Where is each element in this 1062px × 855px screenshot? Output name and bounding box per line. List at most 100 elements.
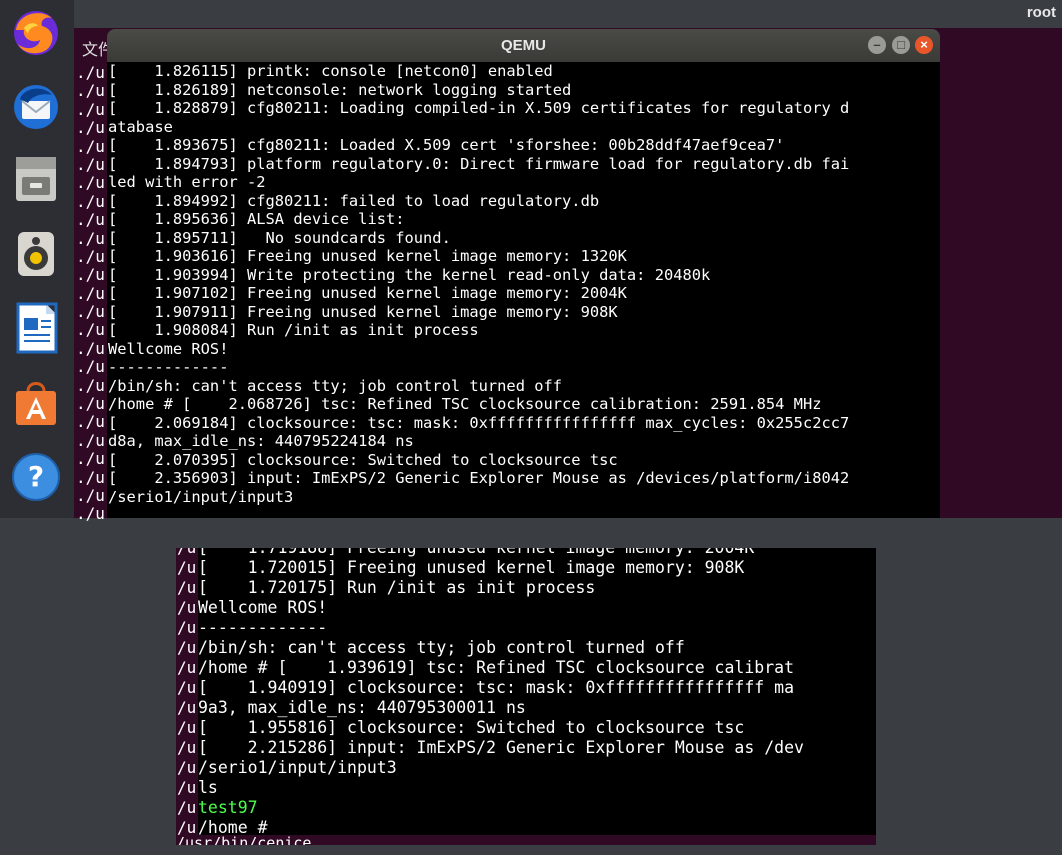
console-line: ------------- (108, 358, 229, 376)
prompt-fragment: /u (177, 698, 197, 717)
prompt-fragment: /u (177, 678, 197, 697)
window-title: QEMU (501, 37, 546, 54)
prompt-fragment: /u (177, 758, 197, 777)
rhythmbox-icon[interactable] (9, 227, 63, 281)
console-line: atabase (108, 117, 173, 136)
qemu-console-2[interactable]: /u/u/u/u/u/u/u/u/u/u/u/u/u/u/u [ 1.71918… (176, 548, 876, 845)
prompt-fragment: /u (177, 718, 197, 737)
qemu-console[interactable]: [ 1.826115] printk: console [netcon0] en… (107, 62, 940, 518)
prompt-fragment: ./u (76, 338, 105, 358)
prompt-fragment: ./u (76, 430, 105, 450)
prompt-fragment: ./u (76, 467, 105, 487)
console-line: [ 1.720015] Freeing unused kernel image … (198, 558, 745, 577)
console-line: [ 2.070395] clocksource: Switched to clo… (108, 450, 618, 469)
prompt-fragment: ./u (76, 357, 105, 377)
prompt-fragment: /u (177, 618, 197, 637)
qemu-titlebar[interactable]: QEMU – □ × (107, 29, 940, 62)
prompt-fragment: ./u (76, 375, 105, 395)
thunderbird-icon[interactable] (9, 80, 63, 134)
prompt-fragment: /u (177, 638, 197, 657)
console-line: [ 1.894992] cfg80211: failed to load reg… (108, 191, 600, 210)
console-line: [ 1.720175] Run /init as init process (198, 578, 596, 597)
prompt-fragment: /u (177, 598, 197, 617)
terminal-bottom-line: /usr/bin/cenice (176, 835, 876, 845)
firefox-icon[interactable] (9, 5, 63, 59)
svg-text:?: ? (28, 460, 44, 493)
console-output[interactable]: [ 1.719188] Freeing unused kernel image … (198, 548, 876, 845)
console-line: d8a, max_idle_ns: 440795224184 ns (108, 432, 414, 450)
console-line: [ 1.828879] cfg80211: Loading compiled-i… (108, 99, 850, 117)
files-icon[interactable] (9, 152, 63, 206)
console-line: /serio1/input/input3 (108, 487, 294, 506)
prompt-fragment: ./u (76, 63, 105, 82)
console-line: [ 1.719188] Freeing unused kernel image … (198, 548, 876, 558)
prompt-fragment: ./u (76, 228, 105, 248)
console-line: /home # [ 1.939619] tsc: Refined TSC clo… (198, 658, 795, 677)
help-icon[interactable]: ? (9, 450, 63, 504)
prompt-fragment: ./u (76, 302, 105, 322)
console-line: Wellcome ROS! (198, 598, 328, 617)
console-line: /bin/sh: can't access tty; job control t… (108, 376, 563, 395)
console-line: ls (198, 778, 218, 797)
console-line: Wellcome ROS! (108, 339, 229, 358)
prompt-fragment: /u (176, 548, 198, 558)
prompt-fragment: ./u (76, 412, 105, 432)
prompt-fragment: /u (177, 558, 197, 577)
prompt-fragment: /u (177, 778, 197, 797)
prompt-fragment: ./u (76, 504, 105, 524)
prompt-fragment: ./u (76, 485, 105, 505)
console-line: [ 1.826115] printk: console [netcon0] en… (108, 62, 553, 80)
prompt-fragment: ./u (76, 283, 105, 303)
prompt-fragment: /u (177, 738, 197, 757)
prompt-fragment: /u (177, 578, 197, 597)
maximize-icon[interactable]: □ (892, 36, 910, 54)
prompt-fragment: ./u (76, 173, 105, 193)
console-line: /serio1/input/input3 (198, 758, 397, 777)
console-line: [ 1.903616] Freeing unused kernel image … (108, 247, 627, 265)
console-line: [ 1.895711] No soundcards found. (108, 228, 451, 247)
prompt-fragment: /u (177, 798, 197, 817)
minimize-icon[interactable]: – (868, 36, 886, 54)
console-line: [ 1.826189] netconsole: network logging … (108, 80, 572, 99)
console-line: [ 1.908084] Run /init as init process (108, 321, 479, 339)
console-line: [ 1.907911] Freeing unused kernel image … (108, 302, 618, 321)
console-line: [ 1.955816] clocksource: Switched to clo… (198, 718, 745, 737)
console-line: /bin/sh: can't access tty; job control t… (198, 638, 685, 657)
prompt-fragment: ./u (76, 246, 105, 266)
qemu-window[interactable]: QEMU – □ × [ 1.826115] printk: console [… (107, 29, 940, 518)
console-line: test97 (198, 798, 258, 817)
console-line: [ 1.893675] cfg80211: Loaded X.509 cert … (108, 136, 785, 154)
console-line: 9a3, max_idle_ns: 440795300011 ns (198, 698, 526, 717)
console-line: [ 1.903994] Write protecting the kernel … (108, 265, 711, 284)
console-line: [ 1.894793] platform regulatory.0: Direc… (108, 154, 850, 173)
prompt-fragment: ./u (76, 449, 105, 469)
prompt-fragment: ./u (76, 136, 105, 156)
console-line: led with error -2 (108, 173, 266, 191)
console-line: ------------- (198, 618, 328, 637)
software-icon[interactable] (9, 376, 63, 430)
prompt-fragment: ./u (76, 394, 105, 414)
console-line: [ 2.215286] input: ImExPS/2 Generic Expl… (198, 738, 804, 757)
prompt-fragment: ./u (76, 118, 105, 138)
prompt-fragment: ./u (76, 191, 105, 211)
prompt-fragment: ./u (76, 99, 105, 119)
console-line: [ 2.356903] input: ImExPS/2 Generic Expl… (108, 469, 850, 487)
writer-icon[interactable] (9, 301, 63, 355)
user-label[interactable]: root (1027, 4, 1056, 21)
console-line: [ 1.940919] clocksource: tsc: mask: 0xff… (198, 678, 795, 697)
console-line: [ 2.069184] clocksource: tsc: mask: 0xff… (108, 413, 850, 432)
console-line: [ 1.907102] Freeing unused kernel image … (108, 284, 627, 302)
prompt-fragment: ./u (76, 154, 105, 174)
dock: ? (0, 0, 74, 518)
console-line: [ 1.895636] ALSA device list: (108, 210, 405, 228)
prompt-fragment: ./u (76, 320, 105, 340)
close-icon[interactable]: × (915, 36, 933, 54)
prompt-fragment: ./u (76, 265, 105, 285)
prompt-fragment: /u (177, 658, 197, 677)
top-bar: root (74, 0, 1062, 28)
prompt-fragment: ./u (76, 81, 105, 101)
terminal-prompt-column: ./u ./u ./u ./u ./u ./u ./u ./u ./u ./u ./u ./u ./u.… (74, 63, 108, 524)
prompt-fragment: ./u (76, 210, 105, 230)
terminal-prompt-column: /u/u/u/u/u/u/u/u/u/u/u/u/u/u/u (176, 548, 198, 845)
console-line: /home # [ 2.068726] tsc: Refined TSC clo… (108, 395, 822, 413)
